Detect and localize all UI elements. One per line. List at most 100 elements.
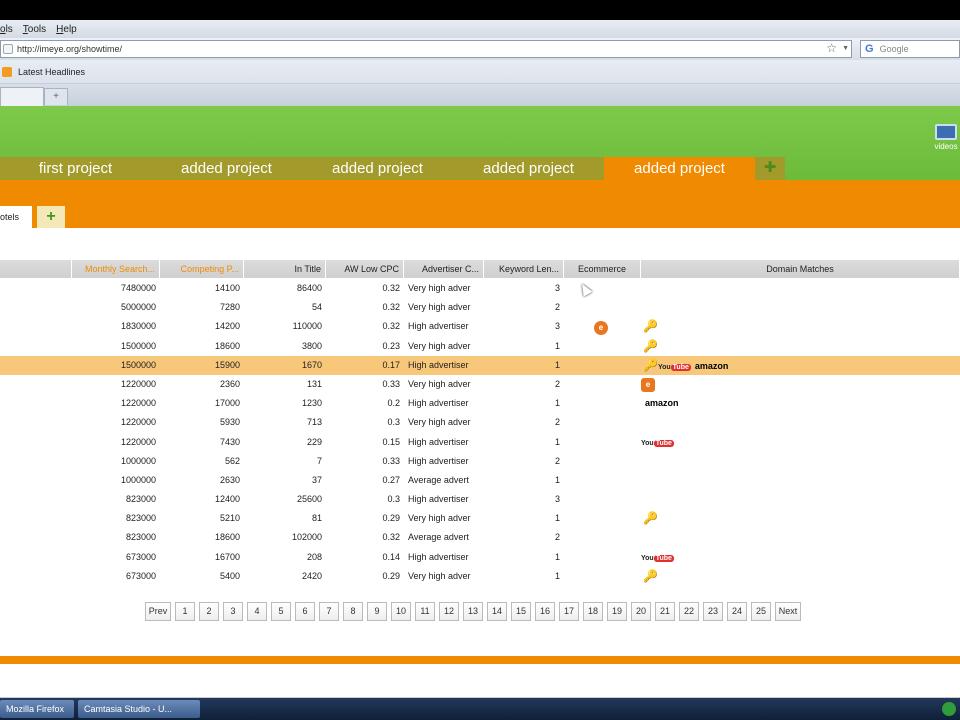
table-row[interactable]: 823000 12400 25600 0.3 High advertiser 3 (0, 490, 960, 509)
cell-monthly-search: 673000 (125, 570, 156, 581)
col-keyword-length[interactable]: Keyword Len... (484, 260, 564, 278)
page-button-7[interactable]: 7 (319, 602, 339, 621)
page-button-16[interactable]: 16 (535, 602, 555, 621)
page-button-12[interactable]: 12 (439, 602, 459, 621)
project-tab-3[interactable]: added project (302, 157, 453, 180)
page-button-8[interactable]: 8 (343, 602, 363, 621)
page-button-3[interactable]: 3 (223, 602, 243, 621)
project-tab-5[interactable]: added project (604, 157, 755, 180)
table-row[interactable]: 1220000 5930 713 0.3 Very high adver 2 (0, 413, 960, 432)
page-button-17[interactable]: 17 (559, 602, 579, 621)
page-button-4[interactable]: 4 (247, 602, 267, 621)
row-select-cell[interactable] (0, 567, 72, 586)
page-button-25[interactable]: 25 (751, 602, 771, 621)
bookmark-star-icon[interactable]: ☆ (826, 41, 837, 55)
taskbar-item-camtasia[interactable]: Camtasia Studio - U... (78, 700, 200, 718)
row-select-cell[interactable] (0, 279, 72, 298)
page-button-14[interactable]: 14 (487, 602, 507, 621)
page-button-2[interactable]: 2 (199, 602, 219, 621)
row-select-cell[interactable] (0, 413, 72, 432)
project-tab-1[interactable]: first project (0, 157, 151, 180)
page-button-5[interactable]: 5 (271, 602, 291, 621)
page-button-18[interactable]: 18 (583, 602, 603, 621)
new-tab-button[interactable]: + (44, 88, 68, 105)
row-select-cell[interactable] (0, 433, 72, 452)
url-dropdown-icon[interactable]: ▼ (842, 45, 849, 52)
bookmark-latest-headlines[interactable]: Latest Headlines (18, 67, 85, 77)
system-tray-icon[interactable] (942, 702, 956, 716)
table-row[interactable]: 1220000 2360 131 0.33 Very high adver 2 e (0, 375, 960, 394)
col-ecommerce[interactable]: Ecommerce (564, 260, 641, 278)
page-button-10[interactable]: 10 (391, 602, 411, 621)
taskbar-item-firefox[interactable]: Mozilla Firefox (0, 700, 74, 718)
col-in-title[interactable]: In Title (244, 260, 326, 278)
cell-in-title: 54 (311, 302, 322, 313)
url-bar[interactable]: http://imeye.org/showtime/ ☆ ▼ (0, 40, 852, 58)
table-row[interactable]: 1000000 2630 37 0.27 Average advert 1 (0, 471, 960, 490)
row-select-cell[interactable] (0, 548, 72, 567)
row-select-cell[interactable] (0, 452, 72, 471)
project-tab-4[interactable]: added project (453, 157, 604, 180)
cell-aw-low-cpc: 0.32 (382, 283, 400, 293)
row-select-cell[interactable] (0, 317, 72, 336)
table-row[interactable]: 823000 18600 102000 0.32 Average advert 2 (0, 528, 960, 547)
table-row[interactable]: 5000000 7280 54 0.32 Very high adver 2 (0, 298, 960, 317)
row-select-cell[interactable] (0, 471, 72, 490)
sub-tab-hotels[interactable]: otels (0, 206, 32, 228)
table-row[interactable]: 1500000 18600 3800 0.23 Very high adver 1 🔑 (0, 337, 960, 356)
prev-page-button[interactable]: Prev (145, 602, 171, 621)
page-button-1[interactable]: 1 (175, 602, 195, 621)
add-subtab-button[interactable]: + (37, 206, 65, 228)
add-project-button[interactable]: ✚ (755, 157, 785, 180)
key-icon: 🔑 (643, 511, 658, 526)
page-button-13[interactable]: 13 (463, 602, 483, 621)
page-button-21[interactable]: 21 (655, 602, 675, 621)
row-select-cell[interactable] (0, 356, 72, 375)
row-select-cell[interactable] (0, 337, 72, 356)
menu-item-view[interactable]: ols (0, 24, 13, 35)
table-row[interactable]: 1830000 14200 110000 0.32 High advertiser 3 e 🔑 (0, 317, 960, 336)
table-row[interactable]: 1220000 17000 1230 0.2 High advertiser 1 amazo… (0, 394, 960, 413)
col-domain-matches[interactable]: Domain Matches (641, 260, 960, 278)
table-row[interactable]: 673000 16700 208 0.14 High advertiser 1 You Tub… (0, 548, 960, 567)
cell-advertiser: High advertiser (408, 359, 469, 370)
page-button-15[interactable]: 15 (511, 602, 531, 621)
row-select-cell[interactable] (0, 375, 72, 394)
project-tab-2[interactable]: added project (151, 157, 302, 180)
cell-advertiser: High advertiser (408, 494, 469, 505)
page-button-24[interactable]: 24 (727, 602, 747, 621)
browser-tab[interactable] (0, 87, 44, 106)
menu-item-tools[interactable]: Tools (23, 24, 46, 35)
cell-monthly-search: 1220000 (120, 417, 156, 428)
col-monthly-search[interactable]: Monthly Search... (72, 260, 160, 278)
cell-ecommerce (564, 452, 641, 471)
videos-link[interactable]: videos (932, 124, 960, 160)
table-row[interactable]: 1000000 562 7 0.33 High advertiser 2 (0, 452, 960, 471)
table-row[interactable]: 673000 5400 2420 0.29 Very high adver 1 🔑 (0, 567, 960, 586)
table-row[interactable]: 1500000 15900 1670 0.17 High advertiser 1 🔑You… (0, 355, 960, 375)
col-select[interactable] (0, 260, 72, 278)
page-button-19[interactable]: 19 (607, 602, 627, 621)
col-advertiser-competition[interactable]: Advertiser C... (404, 260, 484, 278)
page-button-23[interactable]: 23 (703, 602, 723, 621)
cell-ecommerce (564, 528, 641, 547)
row-select-cell[interactable] (0, 490, 72, 509)
row-select-cell[interactable] (0, 509, 72, 528)
next-page-button[interactable]: Next (775, 602, 801, 621)
table-row[interactable]: 7480000 14100 86400 0.32 Very high adver 3 (0, 279, 960, 298)
row-select-cell[interactable] (0, 298, 72, 317)
table-row[interactable]: 823000 5210 81 0.29 Very high adver 1 🔑 (0, 509, 960, 528)
col-competing-pages[interactable]: Competing P... (160, 260, 244, 278)
col-aw-low-cpc[interactable]: AW Low CPC (326, 260, 404, 278)
page-button-9[interactable]: 9 (367, 602, 387, 621)
page-button-20[interactable]: 20 (631, 602, 651, 621)
page-button-6[interactable]: 6 (295, 602, 315, 621)
search-box[interactable]: G Google (860, 40, 960, 58)
menu-item-help[interactable]: Help (56, 24, 77, 35)
cell-aw-low-cpc: 0.33 (382, 455, 400, 466)
page-button-11[interactable]: 11 (415, 602, 435, 621)
row-select-cell[interactable] (0, 528, 72, 547)
row-select-cell[interactable] (0, 394, 72, 413)
table-row[interactable]: 1220000 7430 229 0.15 High advertiser 1 You Tub… (0, 433, 960, 452)
page-button-22[interactable]: 22 (679, 602, 699, 621)
